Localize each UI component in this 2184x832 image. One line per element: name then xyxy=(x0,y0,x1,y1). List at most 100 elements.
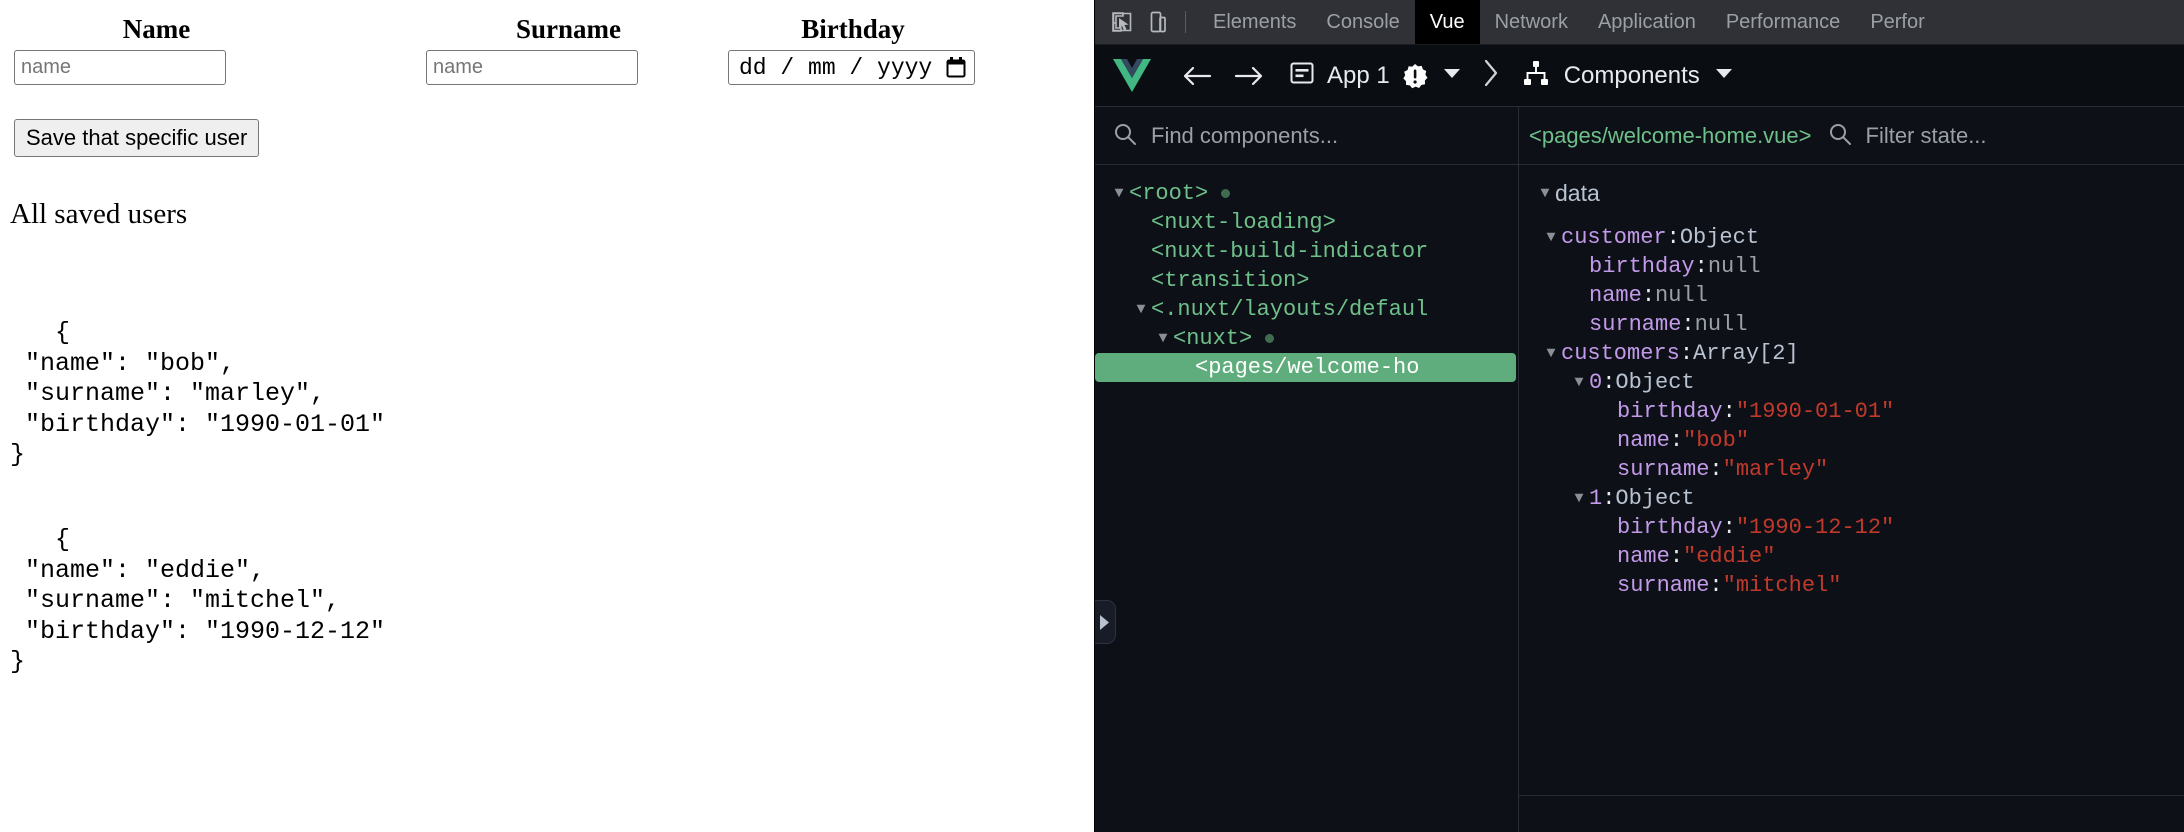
components-panel-label: Components xyxy=(1563,61,1700,89)
state-separator: : xyxy=(1694,254,1708,279)
component-tree-row[interactable]: ▼ <.nuxt/layouts/defaul xyxy=(1095,295,1518,324)
state-row[interactable]: ▼birthday: null xyxy=(1519,252,2184,281)
state-row[interactable]: ▼name: "eddie" xyxy=(1519,542,2184,571)
state-separator: : xyxy=(1669,428,1684,453)
state-value[interactable]: Object xyxy=(1615,486,1694,511)
warning-badge-icon[interactable] xyxy=(1402,63,1428,89)
components-chevron-down-icon[interactable] xyxy=(1714,67,1734,85)
birthday-label: Birthday xyxy=(801,14,905,44)
state-row[interactable]: ▼surname: "mitchel" xyxy=(1519,571,2184,600)
component-tree-row[interactable]: ▼<transition> xyxy=(1095,266,1518,295)
state-value[interactable]: "bob" xyxy=(1683,428,1749,453)
state-expand-triangle-icon[interactable]: ▼ xyxy=(1569,375,1589,390)
state-row[interactable]: ▼ 0: Object xyxy=(1519,368,2184,397)
app-document-icon xyxy=(1289,60,1315,91)
birthday-date-placeholder: dd / mm / yyyy xyxy=(739,54,933,81)
tree-node-label: <nuxt-build-indicator xyxy=(1151,239,1429,264)
name-input[interactable] xyxy=(14,50,226,85)
components-panel-selector[interactable]: Components xyxy=(1522,60,1734,91)
state-section-header[interactable]: ▼ data xyxy=(1519,179,2184,208)
inspect-element-icon[interactable] xyxy=(1105,5,1139,39)
state-row[interactable]: ▼surname: null xyxy=(1519,310,2184,339)
surname-input[interactable] xyxy=(426,50,638,85)
state-key: surname xyxy=(1617,573,1710,598)
state-value[interactable]: "eddie" xyxy=(1683,544,1775,569)
state-key: 0 xyxy=(1589,370,1603,395)
component-tree-row[interactable]: ▼<nuxt-loading> xyxy=(1095,208,1518,237)
tab-console[interactable]: Console xyxy=(1311,0,1414,44)
component-tree-row[interactable]: ▼ <nuxt> xyxy=(1095,324,1518,353)
tree-node-label: <nuxt-loading> xyxy=(1151,210,1336,235)
component-tree-row[interactable]: ▼<pages/welcome-ho xyxy=(1095,353,1516,382)
filter-state-placeholder[interactable]: Filter state... xyxy=(1866,123,1987,149)
tab-vue[interactable]: Vue xyxy=(1414,0,1480,44)
find-components-placeholder: Find components... xyxy=(1151,123,1339,148)
state-value[interactable]: "1990-01-01" xyxy=(1736,399,1894,424)
birthday-date-input[interactable]: dd / mm / yyyy xyxy=(728,50,975,85)
tree-expand-triangle-icon[interactable]: ▼ xyxy=(1131,302,1151,317)
component-tree-pane: ▼<root>▼<nuxt-loading>▼<nuxt-build-indic… xyxy=(1095,165,1519,832)
component-tree-row[interactable]: ▼<nuxt-build-indicator xyxy=(1095,237,1518,266)
state-row[interactable]: ▼surname: "marley" xyxy=(1519,455,2184,484)
state-row[interactable]: ▼birthday: "1990-01-01" xyxy=(1519,397,2184,426)
state-row[interactable]: ▼birthday: "1990-12-12" xyxy=(1519,513,2184,542)
component-tree-row[interactable]: ▼ <root> xyxy=(1095,179,1518,208)
state-key: name xyxy=(1617,544,1670,569)
devtools-tabbar: Elements Console Vue Network Application… xyxy=(1095,0,2184,45)
state-separator: : xyxy=(1666,225,1680,250)
app-selector[interactable]: App 1 xyxy=(1289,54,1462,98)
surname-label: Surname xyxy=(515,14,621,44)
breadcrumb-chevron-right-icon xyxy=(1482,58,1500,93)
state-pane-divider xyxy=(1519,795,2184,796)
components-tree-icon xyxy=(1522,60,1550,91)
state-separator: : xyxy=(1722,399,1736,424)
state-row[interactable]: ▼name: "bob" xyxy=(1519,426,2184,455)
app-chevron-down-icon[interactable] xyxy=(1442,67,1462,85)
state-key: surname xyxy=(1617,457,1710,482)
filter-state-search-icon xyxy=(1828,122,1852,151)
section-expand-triangle-icon[interactable]: ▼ xyxy=(1535,186,1555,201)
state-value[interactable]: Object xyxy=(1615,370,1694,395)
state-expand-triangle-icon[interactable]: ▼ xyxy=(1541,230,1561,245)
tab-elements[interactable]: Elements xyxy=(1198,0,1311,44)
state-value[interactable]: Object xyxy=(1680,225,1759,250)
devtools-search-row: Find components... <pages/welcome-home.v… xyxy=(1095,107,2184,165)
tree-expand-triangle-icon[interactable]: ▼ xyxy=(1109,186,1129,201)
state-value[interactable]: null xyxy=(1655,283,1708,308)
surname-field-group: Surname xyxy=(426,14,711,85)
tab-performance[interactable]: Performance xyxy=(1711,0,1856,44)
tree-node-label: <root> xyxy=(1129,181,1209,206)
device-toolbar-icon[interactable] xyxy=(1141,5,1175,39)
nav-back-icon[interactable] xyxy=(1171,54,1223,98)
state-value[interactable]: Array[2] xyxy=(1693,341,1799,366)
state-expand-triangle-icon[interactable]: ▼ xyxy=(1541,346,1561,361)
pane-collapse-handle[interactable] xyxy=(1095,600,1116,644)
nav-forward-icon[interactable] xyxy=(1223,54,1275,98)
state-row[interactable]: ▼ 1: Object xyxy=(1519,484,2184,513)
state-value[interactable]: "mitchel" xyxy=(1723,573,1842,598)
tree-expand-triangle-icon[interactable]: ▼ xyxy=(1153,331,1173,346)
state-row[interactable]: ▼ customer: Object xyxy=(1519,223,2184,252)
state-key: customer xyxy=(1561,225,1667,250)
tab-application[interactable]: Application xyxy=(1583,0,1711,44)
state-key: 1 xyxy=(1589,486,1603,511)
save-user-button[interactable]: Save that specific user xyxy=(14,119,260,157)
state-key: birthday xyxy=(1589,254,1695,279)
tree-node-label: <pages/welcome-ho xyxy=(1195,355,1420,380)
state-value[interactable]: "marley" xyxy=(1723,457,1829,482)
state-row[interactable]: ▼ customers: Array[2] xyxy=(1519,339,2184,368)
tab-performance-overflow[interactable]: Perfor xyxy=(1855,0,1939,44)
calendar-icon[interactable] xyxy=(946,57,966,78)
state-value[interactable]: "1990-12-12" xyxy=(1736,515,1894,540)
component-status-dot xyxy=(1221,189,1231,198)
selected-component-file: <pages/welcome-home.vue> xyxy=(1529,123,1812,148)
state-filter-bar: <pages/welcome-home.vue> Filter state... xyxy=(1519,107,2184,165)
state-row[interactable]: ▼name: null xyxy=(1519,281,2184,310)
state-expand-triangle-icon[interactable]: ▼ xyxy=(1569,491,1589,506)
state-value[interactable]: null xyxy=(1695,312,1748,337)
find-components-search[interactable]: Find components... xyxy=(1095,107,1519,165)
tab-network[interactable]: Network xyxy=(1480,0,1583,44)
state-spacer xyxy=(1519,208,2184,223)
birthday-field-group: Birthday dd / mm / yyyy xyxy=(728,14,978,85)
state-value[interactable]: null xyxy=(1708,254,1761,279)
